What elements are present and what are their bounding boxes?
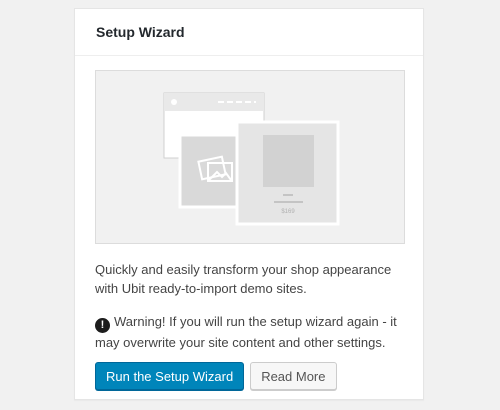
demo-illustration: $169 [95,70,405,244]
read-more-button[interactable]: Read More [250,362,337,390]
exclamation-circle-icon: ! [95,318,110,333]
wizard-description: Quickly and easily transform your shop a… [95,262,392,296]
browser-dot-shape [171,99,177,105]
action-buttons: Run the Setup Wizard Read More [95,362,337,390]
setup-wizard-panel: Setup Wizard $169 Quickly and easily tra… [74,8,424,400]
product-image-shape [263,135,314,187]
panel-title: Setup Wizard [75,9,423,56]
product-price-label: $169 [281,209,295,215]
run-setup-wizard-button[interactable]: Run the Setup Wizard [95,362,245,390]
illustration-graphic: $169 [163,92,340,226]
warning-message: ! Warning! If you will run the setup wiza… [95,312,407,352]
warning-text: Warning! If you will run the setup wizar… [95,314,397,350]
